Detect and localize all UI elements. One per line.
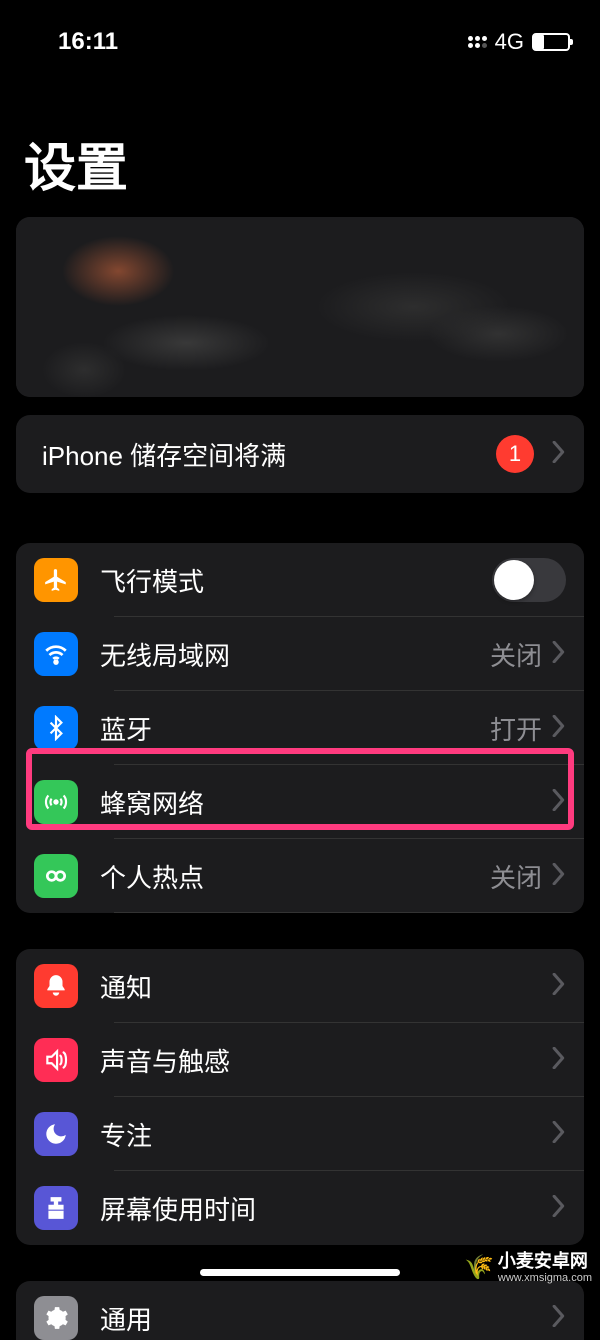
- chevron-right-icon: [552, 641, 566, 668]
- wifi-label: 无线局域网: [100, 636, 490, 673]
- status-right: 4G: [468, 29, 570, 55]
- screentime-label: 屏幕使用时间: [100, 1190, 552, 1227]
- bluetooth-icon: [34, 706, 78, 750]
- chevron-right-icon: [552, 715, 566, 742]
- focus-row[interactable]: 专注: [16, 1097, 584, 1171]
- wifi-icon: [34, 632, 78, 676]
- wifi-row[interactable]: 无线局域网 关闭: [16, 617, 584, 691]
- sounds-label: 声音与触感: [100, 1042, 552, 1079]
- chevron-right-icon: [552, 973, 566, 1000]
- watermark-name: 小麦安卓网: [498, 1252, 592, 1272]
- chevron-right-icon: [552, 1047, 566, 1074]
- general-label: 通用: [100, 1300, 552, 1337]
- chevron-right-icon: [552, 863, 566, 890]
- wifi-value: 关闭: [490, 636, 542, 673]
- chevron-right-icon: [552, 441, 566, 468]
- preferences-section: 通知 声音与触感 专注 屏幕使用时间: [16, 949, 584, 1245]
- notifications-row[interactable]: 通知: [16, 949, 584, 1023]
- system-section: 通用: [16, 1281, 584, 1340]
- airplane-mode-row[interactable]: 飞行模式: [16, 543, 584, 617]
- home-indicator[interactable]: [200, 1269, 400, 1276]
- cellular-label: 蜂窝网络: [100, 784, 552, 821]
- chevron-right-icon: [552, 1195, 566, 1222]
- sounds-row[interactable]: 声音与触感: [16, 1023, 584, 1097]
- bluetooth-value: 打开: [490, 710, 542, 747]
- hotspot-value: 关闭: [490, 858, 542, 895]
- notifications-label: 通知: [100, 968, 552, 1005]
- watermark-logo-icon: 🌾: [464, 1256, 494, 1280]
- chevron-right-icon: [552, 789, 566, 816]
- sounds-icon: [34, 1038, 78, 1082]
- signal-icon: [468, 36, 487, 48]
- redaction-overlay: [16, 217, 584, 397]
- focus-icon: [34, 1112, 78, 1156]
- watermark-url: www.xmsigma.com: [498, 1272, 592, 1284]
- storage-notice-section: iPhone 储存空间将满 1: [16, 415, 584, 493]
- focus-label: 专注: [100, 1116, 552, 1153]
- general-row[interactable]: 通用: [16, 1281, 584, 1340]
- cellular-row[interactable]: 蜂窝网络: [16, 765, 584, 839]
- status-bar: 16:11 4G: [0, 0, 600, 66]
- chevron-right-icon: [552, 1305, 566, 1332]
- apple-id-profile[interactable]: [16, 217, 584, 397]
- page-title: 设置: [0, 66, 600, 217]
- notification-badge: 1: [496, 435, 534, 473]
- status-time: 16:11: [58, 28, 118, 56]
- bluetooth-label: 蓝牙: [100, 710, 490, 747]
- network-type: 4G: [495, 29, 524, 55]
- storage-notice-row[interactable]: iPhone 储存空间将满 1: [16, 415, 584, 493]
- airplane-label: 飞行模式: [100, 562, 492, 599]
- watermark: 🌾 小麦安卓网 www.xmsigma.com: [464, 1252, 592, 1284]
- chevron-right-icon: [552, 1121, 566, 1148]
- cellular-icon: [34, 780, 78, 824]
- hotspot-row[interactable]: 个人热点 关闭: [16, 839, 584, 913]
- storage-notice-label: iPhone 储存空间将满: [42, 436, 496, 473]
- connectivity-section: 飞行模式 无线局域网 关闭 蓝牙 打开 蜂窝网络: [16, 543, 584, 913]
- gear-icon: [34, 1296, 78, 1340]
- airplane-icon: [34, 558, 78, 602]
- battery-icon: [532, 33, 570, 51]
- airplane-toggle[interactable]: [492, 558, 566, 602]
- bluetooth-row[interactable]: 蓝牙 打开: [16, 691, 584, 765]
- screentime-icon: [34, 1186, 78, 1230]
- screentime-row[interactable]: 屏幕使用时间: [16, 1171, 584, 1245]
- hotspot-label: 个人热点: [100, 858, 490, 895]
- hotspot-icon: [34, 854, 78, 898]
- notifications-icon: [34, 964, 78, 1008]
